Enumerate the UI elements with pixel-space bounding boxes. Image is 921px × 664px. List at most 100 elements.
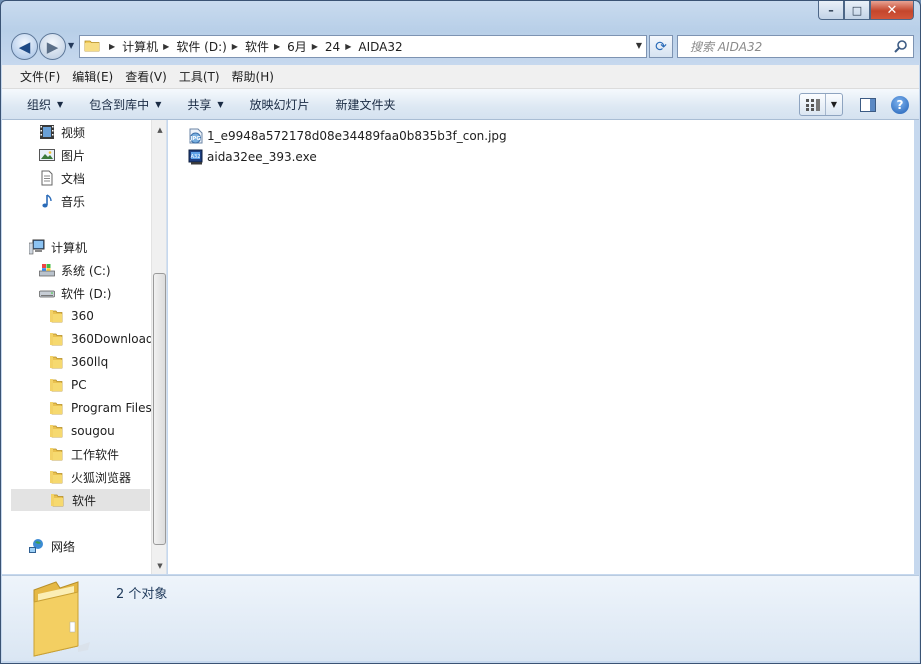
forward-button[interactable]: ▶ — [39, 33, 66, 60]
nav-library-item[interactable]: 图片 — [39, 144, 85, 166]
slideshow-button[interactable]: 放映幻灯片 — [237, 96, 323, 113]
breadcrumb-separator-icon[interactable]: ▶ — [109, 42, 115, 51]
breadcrumb-separator-icon[interactable]: ▶ — [312, 42, 318, 51]
breadcrumb-item[interactable]: ▶ 6月 — [269, 38, 307, 55]
nav-drive-item[interactable]: 软件 (D:) — [39, 282, 111, 304]
organize-button[interactable]: 组织 ▼ — [14, 96, 76, 113]
nav-library-item[interactable]: 文档 — [39, 167, 85, 189]
details-pane: 2 个对象 — [2, 575, 919, 661]
nav-folder-item[interactable]: 工作软件 — [49, 443, 119, 465]
folder-icon — [49, 469, 65, 485]
folder-icon — [49, 354, 65, 370]
nav-library-item[interactable]: 音乐 — [39, 190, 85, 212]
breadcrumb-label: 24 — [324, 39, 341, 54]
nav-folder-item[interactable]: 软件 — [11, 489, 150, 511]
menu-item[interactable]: 工具(T) — [173, 68, 226, 85]
tree-item-label: 软件 (D:) — [61, 286, 112, 301]
file-item[interactable]: A32 aida32ee_393.exe — [188, 147, 317, 167]
nav-folder-item[interactable]: 360Download — [49, 328, 154, 350]
organize-label: 组织 — [27, 97, 52, 112]
preview-pane-button[interactable] — [857, 94, 879, 116]
svg-text:A32: A32 — [191, 154, 201, 160]
new-folder-button[interactable]: 新建文件夹 — [323, 96, 409, 113]
nav-drive-item[interactable]: 系统 (C:) — [39, 259, 111, 281]
navigation-scrollbar[interactable]: ▲ ▼ — [151, 120, 166, 574]
folder-icon — [49, 377, 65, 393]
nav-folder-item[interactable]: 360 — [49, 305, 94, 327]
nav-library-item[interactable]: 视频 — [39, 121, 85, 143]
refresh-button[interactable]: ⟳ — [649, 35, 673, 58]
minimize-button[interactable]: – — [818, 1, 844, 20]
scroll-up-icon[interactable]: ▲ — [152, 122, 166, 138]
menu-bar: 文件(F) 编辑(E) 查看(V) 工具(T) 帮助(H) — [2, 65, 919, 89]
nav-folder-item[interactable]: Program Files — [49, 397, 152, 419]
drive-icon — [39, 285, 55, 301]
breadcrumb-separator-icon[interactable]: ▶ — [232, 42, 238, 51]
exe-file-icon: A32 — [188, 149, 204, 165]
tree-item-label: 工作软件 — [71, 447, 120, 462]
maximize-button[interactable]: □ — [844, 1, 870, 20]
breadcrumb-separator-icon[interactable]: ▶ — [345, 42, 351, 51]
file-item[interactable]: JPG 1_e9948a572178d08e34489faa0b835b3f_co… — [188, 126, 507, 146]
nav-network[interactable]: 网络 — [29, 535, 75, 557]
breadcrumb-separator-icon[interactable]: ▶ — [163, 42, 169, 51]
folder-icon — [50, 492, 66, 508]
refresh-icon: ⟳ — [655, 38, 667, 55]
menu-item[interactable]: 帮助(H) — [226, 68, 280, 85]
file-name: aida32ee_393.exe — [207, 150, 317, 164]
tree-item-label: 视频 — [61, 125, 86, 140]
nav-folder-item[interactable]: sougou — [49, 420, 115, 442]
breadcrumb-label: 软件 — [244, 40, 269, 54]
tree-item-label: 系统 (C:) — [61, 263, 111, 278]
close-button[interactable]: ✕ — [870, 1, 914, 20]
menu-item[interactable]: 文件(F) — [14, 68, 66, 85]
address-bar[interactable]: ▶ 计算机 ▶ 软件 (D:) ▶ 软件 ▶ 6月 ▶ 24 ▶ AIDA32 ▼ — [79, 35, 647, 58]
include-in-library-button[interactable]: 包含到库中 ▼ — [76, 96, 174, 113]
jpg-file-icon: JPG — [188, 128, 204, 144]
nav-folder-item[interactable]: PC — [49, 374, 87, 396]
address-dropdown-icon[interactable]: ▼ — [636, 41, 642, 50]
nav-folder-item[interactable]: 火狐浏览器 — [49, 466, 131, 488]
search-box — [677, 35, 914, 58]
breadcrumb-separator-icon[interactable]: ▶ — [274, 42, 280, 51]
tree-item-label: 软件 — [72, 493, 97, 508]
tree-item-label: 文档 — [61, 171, 86, 186]
breadcrumb-item[interactable]: ▶ 软件 (D:) — [158, 38, 227, 55]
chevron-down-icon: ▼ — [57, 99, 64, 109]
item-count: 2 个对象 — [116, 587, 168, 602]
help-button[interactable]: ? — [891, 95, 909, 114]
scroll-down-icon[interactable]: ▼ — [152, 558, 166, 574]
share-button[interactable]: 共享 ▼ — [174, 96, 236, 113]
back-button[interactable]: ◀ — [11, 33, 38, 60]
folder-icon — [49, 423, 65, 439]
view-options-dropdown-icon[interactable]: ▼ — [826, 100, 842, 109]
search-icon[interactable] — [893, 39, 908, 57]
breadcrumb-item[interactable]: ▶ AIDA32 — [340, 40, 402, 54]
breadcrumb-item[interactable]: ▶ 软件 — [227, 38, 269, 55]
menu-item[interactable]: 编辑(E) — [66, 68, 119, 85]
tree-item-label: 音乐 — [61, 194, 86, 209]
network-icon — [29, 538, 45, 554]
change-view-button[interactable]: ▼ — [799, 93, 843, 116]
search-input[interactable] — [690, 39, 890, 54]
file-name: 1_e9948a572178d08e34489faa0b835b3f_con.j… — [207, 129, 507, 143]
breadcrumb-item[interactable]: ▶ 24 — [307, 40, 340, 54]
recent-pages-dropdown[interactable]: ▼ — [68, 41, 74, 50]
include-in-library-label: 包含到库中 — [89, 97, 150, 112]
forward-arrow-icon: ▶ — [46, 37, 59, 56]
nav-folder-item[interactable]: 360llq — [49, 351, 108, 373]
new-folder-label: 新建文件夹 — [335, 97, 396, 112]
details-view-icon[interactable] — [800, 94, 826, 115]
nav-computer[interactable]: 计算机 — [29, 236, 87, 258]
folder-icon — [49, 446, 65, 462]
breadcrumb-label: 软件 (D:) — [176, 40, 227, 54]
help-icon: ? — [896, 97, 904, 112]
preview-pane-icon — [860, 97, 876, 112]
file-list[interactable]: JPG 1_e9948a572178d08e34489faa0b835b3f_co… — [168, 120, 914, 574]
chevron-down-icon: ▼ — [217, 99, 224, 109]
menu-item[interactable]: 查看(V) — [119, 68, 173, 85]
folder-icon — [49, 308, 65, 324]
scroll-thumb[interactable] — [153, 273, 166, 545]
tree-item-label: 图片 — [61, 148, 86, 163]
breadcrumb-item[interactable]: ▶ 计算机 — [104, 38, 158, 55]
